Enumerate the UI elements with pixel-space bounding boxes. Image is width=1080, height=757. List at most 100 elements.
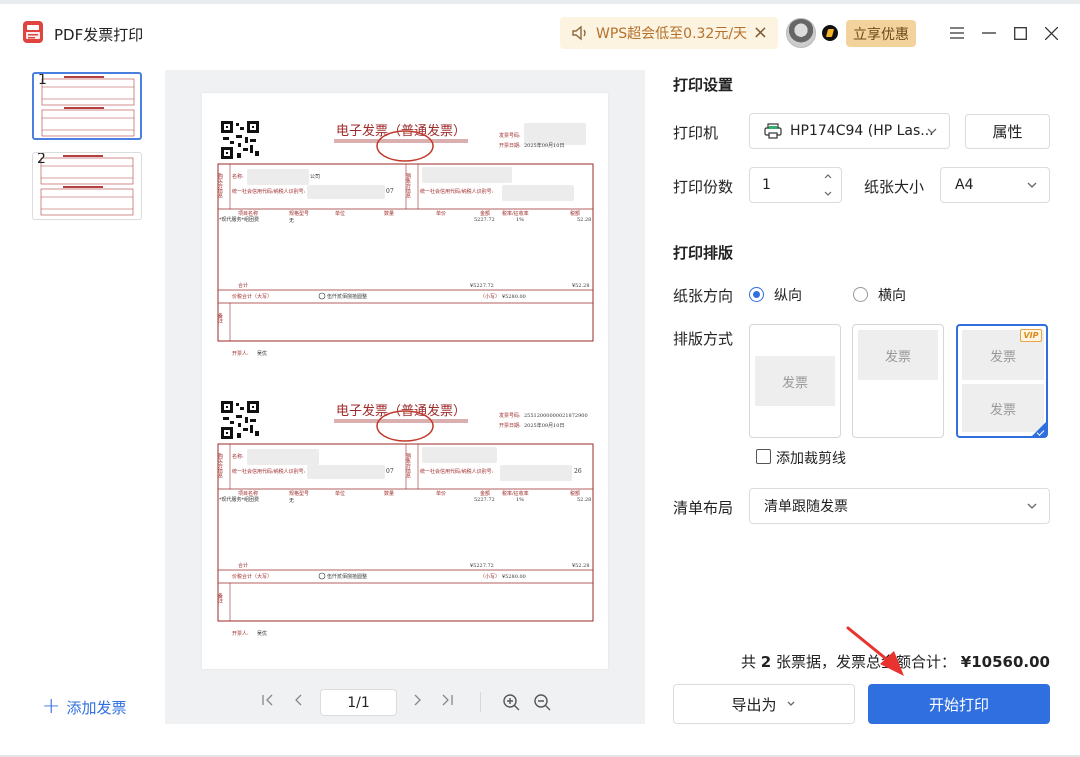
list-layout-label: 清单布局 — [673, 499, 734, 517]
app-logo-icon — [23, 21, 43, 43]
redacted-block — [307, 185, 385, 199]
item-rate: 1% — [516, 217, 524, 223]
note-label: 备注 — [217, 592, 223, 604]
issuer-label: 开票人: — [232, 351, 249, 357]
buyer-taxid-tail: 07 — [386, 188, 394, 195]
printer-icon — [764, 123, 782, 139]
zoom-in-icon[interactable] — [502, 693, 520, 711]
invoice-number-label: 发票号码: — [499, 132, 521, 139]
chevron-down-icon — [787, 701, 794, 706]
item-spec: 无 — [289, 218, 294, 224]
col-spec-header: 规格型号 — [289, 490, 309, 497]
print-settings-title: 打印设置 — [673, 76, 734, 94]
close-icon[interactable] — [1040, 22, 1062, 44]
export-button[interactable]: 导出为 — [673, 684, 855, 724]
item-name: *现代服务*组团费 — [219, 496, 259, 503]
thumbnail-page-2[interactable]: 2 — [32, 152, 142, 220]
list-layout-value: 清单跟随发票 — [764, 499, 848, 515]
grand-total-value: ¥5280.00 — [501, 574, 526, 580]
start-print-button[interactable]: 开始打印 — [868, 684, 1050, 724]
printer-value: HP174C94 (HP Las... — [790, 123, 934, 139]
layout-option-two-per-page[interactable]: 发票 发票 VIP — [956, 324, 1048, 438]
item-spec: 无 — [289, 498, 294, 504]
grand-total-words: 伍仟贰佰捌拾圆整 — [327, 573, 367, 580]
buyer-name-label: 名称: — [232, 173, 244, 180]
col-tax-header: 税额 — [570, 490, 580, 497]
landscape-radio[interactable] — [853, 287, 868, 302]
invoice-date-value: 2025年09月10日 — [524, 142, 564, 149]
red-arrow-annotation — [846, 626, 904, 676]
first-page-icon[interactable] — [261, 693, 275, 711]
printer-label: 打印机 — [673, 124, 719, 142]
thumbnail-number: 2 — [37, 152, 46, 167]
last-page-icon[interactable] — [440, 693, 454, 711]
layout-title: 打印排版 — [673, 244, 734, 262]
crop-marks-label[interactable]: 添加裁剪线 — [776, 448, 846, 468]
layout-option-single[interactable]: 发票 — [749, 324, 841, 438]
item-name: *现代服务*组团费 — [219, 216, 259, 223]
redacted-block — [524, 123, 586, 145]
promo-banner[interactable]: WPS超会低至0.32元/天 × — [560, 17, 778, 49]
col-spec-header: 规格型号 — [289, 210, 309, 217]
buyer-taxid-label: 统一社会信用代码/纳税人识别号: — [232, 468, 306, 475]
summary-count: 2 — [760, 653, 772, 671]
invoice-date-value: 2025年09月10日 — [524, 422, 564, 429]
col-unit-header: 单位 — [335, 490, 345, 497]
vip-tag: VIP — [1020, 329, 1042, 342]
item-rate: 1% — [516, 497, 524, 503]
crop-marks-checkbox[interactable] — [756, 449, 771, 464]
item-tax: 52.28 — [577, 497, 591, 503]
small-label: （小写） — [480, 293, 500, 300]
chevron-down-icon[interactable] — [823, 189, 833, 199]
portrait-radio[interactable] — [749, 287, 764, 302]
layout-placeholder: 发票 — [858, 330, 938, 380]
plus-icon: + — [42, 694, 61, 719]
grand-total-label: 价税合计（大写） — [232, 293, 272, 300]
menu-icon[interactable] — [946, 22, 968, 44]
buyer-side-label: 购买方信息 — [217, 172, 223, 198]
qr-code-icon — [221, 401, 259, 439]
total-label: 合计 — [238, 562, 248, 569]
avatar[interactable] — [786, 18, 816, 48]
grand-total-value: ¥5280.00 — [501, 294, 526, 300]
paper-size-select[interactable]: A4 — [940, 167, 1050, 203]
total-label: 合计 — [238, 282, 248, 289]
seller-taxid-label: 统一社会信用代码/纳税人识别号: — [420, 188, 494, 195]
copies-label: 打印份数 — [673, 178, 734, 196]
portrait-label[interactable]: 纵向 — [774, 285, 802, 305]
next-page-icon[interactable] — [410, 693, 424, 711]
layout-option-top-half[interactable]: 发票 — [852, 324, 944, 438]
seller-taxid-tail: 26 — [574, 468, 582, 475]
orientation-label: 纸张方向 — [673, 287, 734, 305]
add-invoice-button[interactable]: + 添加发票 — [42, 696, 126, 718]
arrangement-label: 排版方式 — [673, 330, 734, 348]
col-qty-header: 数量 — [384, 210, 394, 217]
list-layout-select[interactable]: 清单跟随发票 — [749, 488, 1050, 524]
copies-stepper[interactable]: 1 — [749, 167, 842, 203]
total-tax: ¥52.28 — [571, 283, 590, 289]
minimize-icon[interactable] — [978, 22, 1000, 44]
app-title: PDF发票打印 — [54, 26, 144, 44]
invoice-2: 电子发票（普通发票） 发票号码: 25512000000021872900 开票… — [217, 401, 594, 637]
seller-taxid-label: 统一社会信用代码/纳税人识别号: — [420, 468, 494, 475]
note-label: 备注 — [217, 312, 223, 324]
page-number-input[interactable]: 1/1 — [320, 689, 397, 716]
chevron-up-icon[interactable] — [823, 171, 833, 181]
col-item-header: 项目名称 — [238, 210, 258, 217]
col-qty-header: 数量 — [384, 490, 394, 497]
zoom-out-icon[interactable] — [533, 693, 551, 711]
col-rate-header: 税率/征收率 — [502, 490, 529, 497]
printer-select[interactable]: HP174C94 (HP Las... — [749, 113, 950, 149]
preview-page: 电子发票（普通发票） 发票号码: 开票日期: 2025年09月10日 购买方信息… — [202, 93, 608, 669]
seller-side-label: 销售方信息 — [405, 172, 411, 198]
pager-divider — [480, 692, 481, 712]
promo-close-icon[interactable]: × — [753, 22, 768, 43]
summary-total: ¥10560.00 — [960, 653, 1050, 671]
properties-button[interactable]: 属性 — [965, 114, 1050, 149]
chevron-down-icon — [927, 128, 937, 134]
thumbnail-page-1[interactable]: 1 — [32, 72, 142, 140]
landscape-label[interactable]: 横向 — [878, 285, 906, 305]
maximize-icon[interactable] — [1009, 22, 1031, 44]
prev-page-icon[interactable] — [292, 693, 306, 711]
vip-offer-button[interactable]: 立享优惠 — [846, 20, 916, 47]
